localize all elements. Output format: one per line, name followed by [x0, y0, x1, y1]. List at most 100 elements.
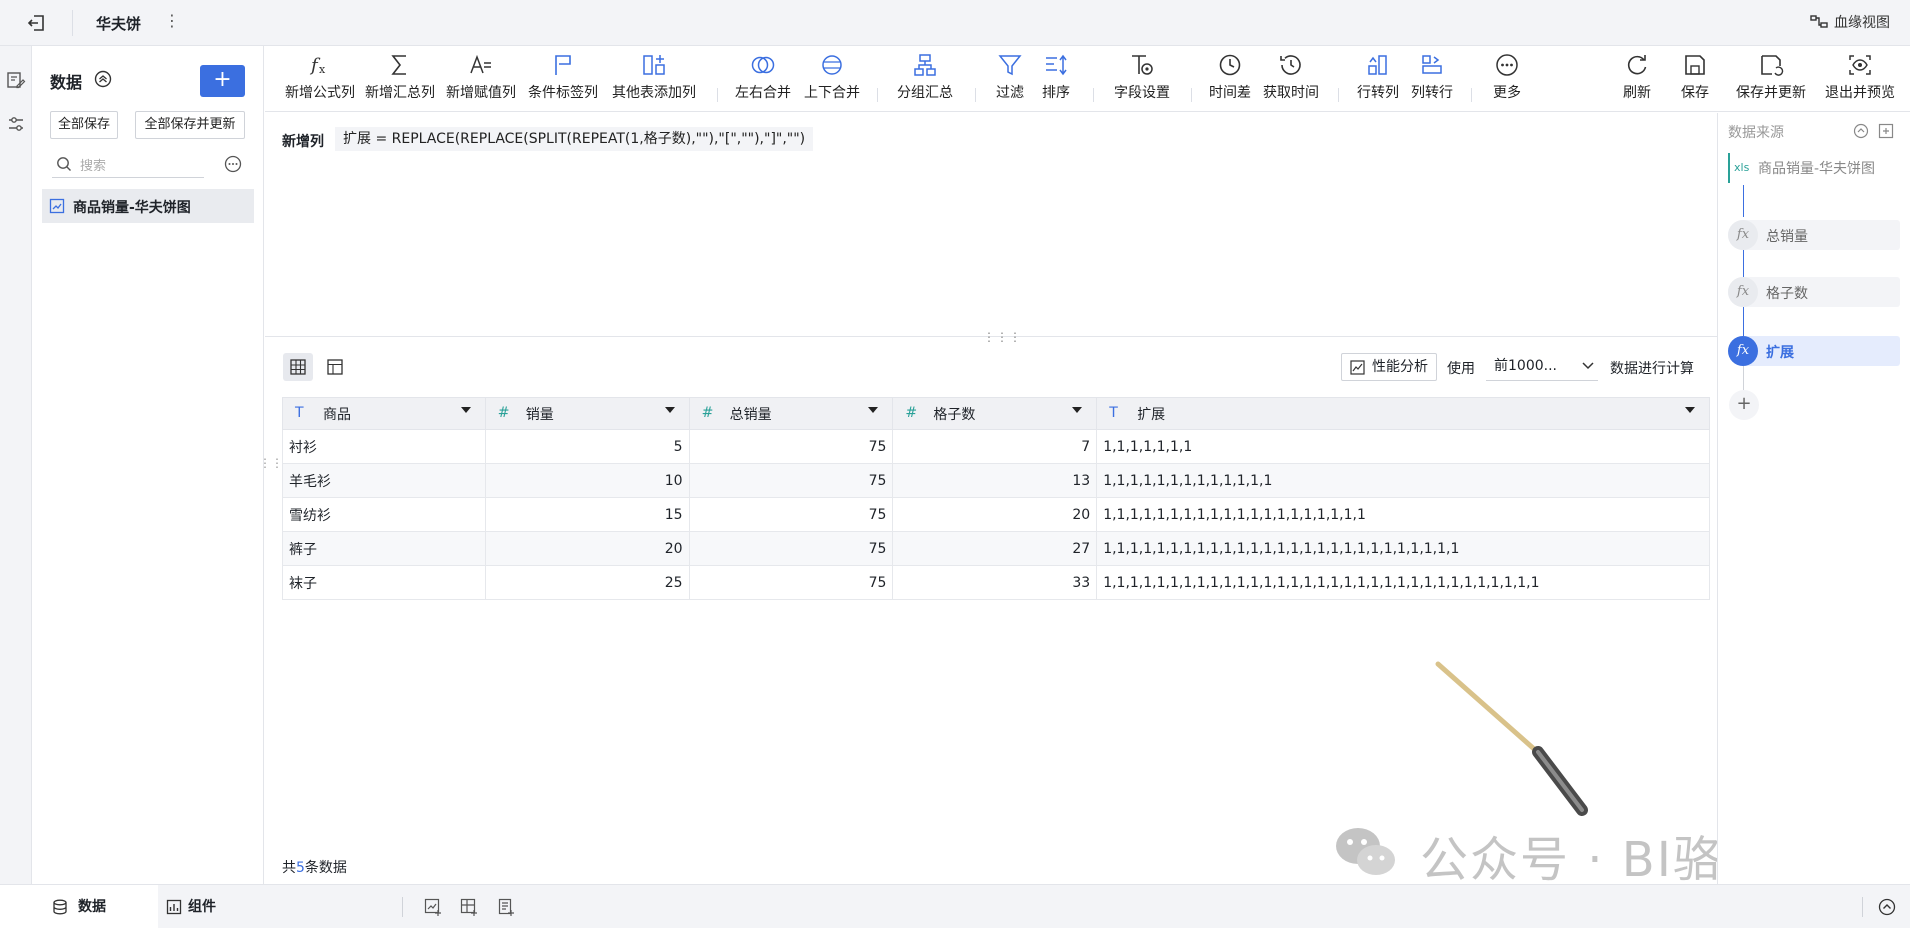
- table-cell[interactable]: 20: [484, 531, 690, 566]
- panel-drag-handle[interactable]: ⋮⋮: [259, 456, 283, 470]
- table-cell[interactable]: 25: [484, 565, 690, 600]
- column-menu-icon[interactable]: [664, 407, 675, 413]
- table-cell[interactable]: 13: [892, 463, 1098, 498]
- lineage-node-grid-count[interactable]: fx 格子数: [1728, 277, 1900, 307]
- table-cell[interactable]: 75: [688, 565, 894, 600]
- save-button[interactable]: 保存: [1675, 52, 1715, 102]
- table-list-item[interactable]: 商品销量-华夫饼图: [42, 189, 254, 223]
- table-cell[interactable]: 75: [688, 497, 894, 532]
- table-cell[interactable]: 5: [484, 429, 690, 464]
- table-cell[interactable]: 7: [892, 429, 1098, 464]
- table-row[interactable]: 裤子 20 75 27 1,1,1,1,1,1,1,1,1,1,1,1,1,1,…: [282, 531, 1710, 566]
- table-cell[interactable]: 1,1,1,1,1,1,1,1,1,1,1,1,1,1,1,1,1,1,1,1: [1096, 497, 1710, 532]
- table-cell[interactable]: 15: [484, 497, 690, 532]
- performance-analysis-button[interactable]: 性能分析: [1341, 353, 1437, 381]
- row-to-column-button[interactable]: 行转列: [1353, 52, 1403, 102]
- column-header[interactable]: T 商品: [282, 397, 486, 430]
- table-row[interactable]: 衬衫 5 75 7 1,1,1,1,1,1,1: [282, 429, 1710, 464]
- collapse-up-icon[interactable]: [1878, 898, 1896, 916]
- add-report-icon[interactable]: [460, 898, 478, 916]
- get-time-button[interactable]: 获取时间: [1259, 52, 1323, 102]
- add-column-from-other-table-button[interactable]: 其他表添加列: [609, 52, 699, 102]
- column-header[interactable]: T 扩展: [1096, 397, 1710, 430]
- table-cell[interactable]: 衬衫: [282, 429, 486, 464]
- grid-view-toggle[interactable]: [283, 353, 313, 381]
- table-cell[interactable]: 75: [688, 463, 894, 498]
- table-cell[interactable]: 75: [688, 429, 894, 464]
- add-story-icon[interactable]: [497, 898, 515, 916]
- table-cell[interactable]: 10: [484, 463, 690, 498]
- exit-and-preview-button[interactable]: 退出并预览: [1821, 52, 1899, 102]
- group-summary-button[interactable]: 分组汇总: [893, 52, 957, 102]
- lineage-node-expand[interactable]: fx 扩展: [1728, 336, 1900, 366]
- table-cell[interactable]: 27: [892, 531, 1098, 566]
- table-row[interactable]: 羊毛衫 10 75 13 1,1,1,1,1,1,1,1,1,1,1,1,1: [282, 463, 1710, 498]
- collapse-icon[interactable]: [94, 70, 112, 88]
- column-header[interactable]: # 格子数: [892, 397, 1098, 430]
- more-options-icon[interactable]: [224, 155, 242, 173]
- add-summary-column-button[interactable]: 新增汇总列: [362, 52, 438, 102]
- data-panel: 数据 + 全部保存 全部保存并更新 搜索 商品销量-华夫饼图: [32, 46, 264, 884]
- time-diff-button[interactable]: 时间差: [1205, 52, 1255, 102]
- layout-view-toggle[interactable]: [320, 353, 350, 381]
- condition-tag-column-button[interactable]: 条件标签列: [525, 52, 601, 102]
- more-tools-button[interactable]: 更多: [1487, 52, 1527, 102]
- add-formula-column-button[interactable]: fx 新增公式列: [282, 52, 358, 102]
- field-settings-button[interactable]: 字段设置: [1110, 52, 1174, 102]
- tool-label: 行转列: [1357, 85, 1399, 101]
- save-all-button[interactable]: 全部保存: [50, 111, 118, 139]
- table-cell[interactable]: 裤子: [282, 531, 486, 566]
- table-cell[interactable]: 75: [688, 531, 894, 566]
- table-cell[interactable]: 1,1,1,1,1,1,1,1,1,1,1,1,1,1,1,1,1,1,1,1,…: [1096, 565, 1710, 600]
- formula-expression[interactable]: 扩展 = REPLACE(REPLACE(SPLIT(REPEAT(1,格子数)…: [335, 127, 814, 151]
- tool-label: 时间差: [1209, 85, 1251, 101]
- column-menu-icon[interactable]: [1072, 407, 1083, 413]
- table-cell[interactable]: 1,1,1,1,1,1,1,1,1,1,1,1,1,1,1,1,1,1,1,1,…: [1096, 531, 1710, 566]
- column-header[interactable]: # 销量: [484, 397, 690, 430]
- lineage-source[interactable]: 商品销量-华夫饼图: [1758, 158, 1875, 178]
- title-menu-icon[interactable]: ⋮: [164, 11, 180, 30]
- toolbar-divider: [717, 88, 718, 102]
- table-cell[interactable]: 羊毛衫: [282, 463, 486, 498]
- table-cell[interactable]: 雪纺衫: [282, 497, 486, 532]
- merge-left-right-button[interactable]: 左右合并: [732, 52, 794, 102]
- sort-button[interactable]: 排序: [1038, 52, 1074, 102]
- locate-icon[interactable]: [1853, 123, 1869, 139]
- toolbar-divider: [877, 88, 878, 102]
- column-header[interactable]: # 总销量: [688, 397, 894, 430]
- table-cell[interactable]: 1,1,1,1,1,1,1: [1096, 429, 1710, 464]
- save-and-update-button[interactable]: 保存并更新: [1731, 52, 1811, 102]
- table-row[interactable]: 雪纺衫 15 75 20 1,1,1,1,1,1,1,1,1,1,1,1,1,1…: [282, 497, 1710, 532]
- lineage-node-total-sales[interactable]: fx 总销量: [1728, 220, 1900, 250]
- column-to-row-button[interactable]: 列转行: [1407, 52, 1457, 102]
- table-row[interactable]: 袜子 25 75 33 1,1,1,1,1,1,1,1,1,1,1,1,1,1,…: [282, 565, 1710, 600]
- tab-data[interactable]: 数据: [0, 885, 158, 929]
- expand-icon[interactable]: [1878, 123, 1894, 139]
- column-menu-icon[interactable]: [460, 407, 471, 413]
- lineage-view-button[interactable]: 血缘视图: [1810, 12, 1890, 32]
- add-dashboard-icon[interactable]: [424, 898, 442, 916]
- merge-up-down-button[interactable]: 上下合并: [801, 52, 863, 102]
- table-cell[interactable]: 20: [892, 497, 1098, 532]
- resize-handle[interactable]: ⋮⋮⋮: [983, 330, 1022, 344]
- add-table-button[interactable]: +: [200, 65, 245, 97]
- data-edit-icon[interactable]: [6, 70, 26, 90]
- exit-icon[interactable]: [26, 12, 48, 34]
- settings-sliders-icon[interactable]: [6, 114, 26, 134]
- search-input[interactable]: 搜索: [52, 150, 204, 178]
- table-cell[interactable]: 33: [892, 565, 1098, 600]
- filter-button[interactable]: 过滤: [992, 52, 1028, 102]
- column-menu-icon[interactable]: [1685, 407, 1695, 413]
- tool-label: 上下合并: [804, 85, 860, 101]
- add-assign-column-button[interactable]: 新增赋值列: [443, 52, 519, 102]
- row-limit-select[interactable]: 前1000...: [1486, 353, 1598, 381]
- performance-analysis-label: 性能分析: [1372, 359, 1428, 375]
- add-step-button[interactable]: +: [1729, 390, 1759, 420]
- tab-component[interactable]: 组件: [166, 885, 286, 929]
- refresh-button[interactable]: 刷新: [1617, 52, 1657, 102]
- column-menu-icon[interactable]: [868, 407, 879, 413]
- save-all-update-button[interactable]: 全部保存并更新: [135, 111, 245, 139]
- table-cell[interactable]: 1,1,1,1,1,1,1,1,1,1,1,1,1: [1096, 463, 1710, 498]
- filter-icon: [998, 55, 1022, 76]
- table-cell[interactable]: 袜子: [282, 565, 486, 600]
